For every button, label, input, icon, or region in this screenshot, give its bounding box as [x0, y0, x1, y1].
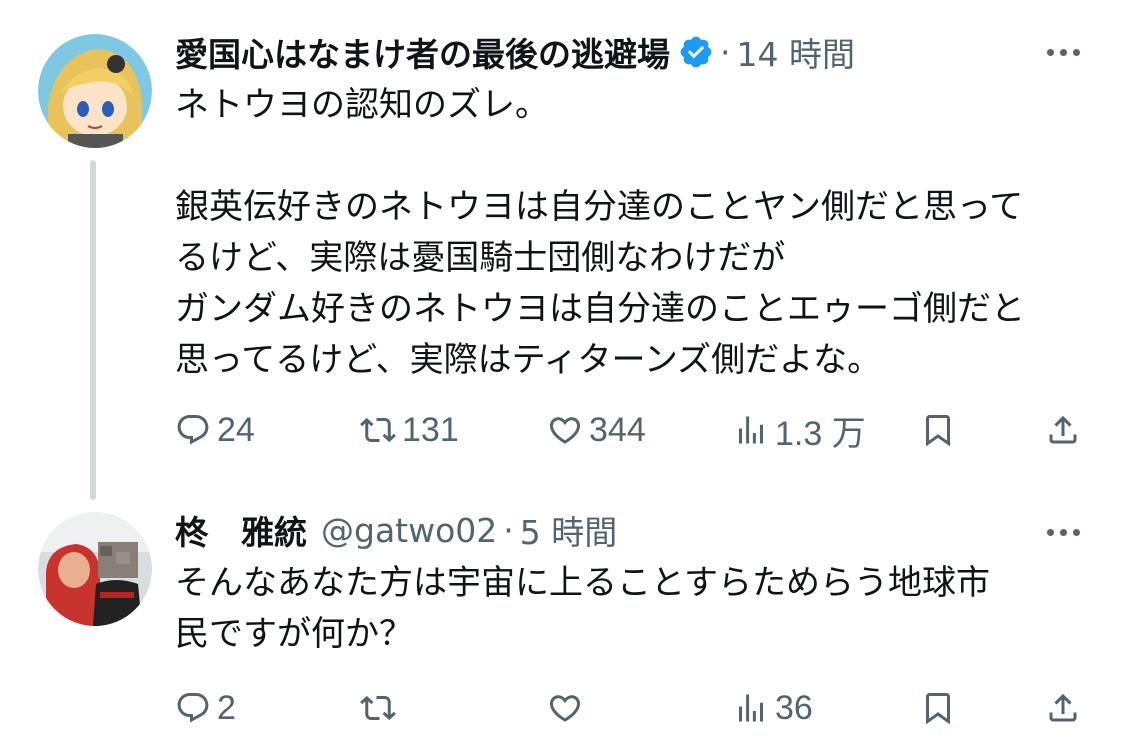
like-button[interactable] — [547, 686, 589, 730]
like-count: 344 — [589, 410, 646, 449]
like-icon — [549, 417, 581, 444]
tweet[interactable]: 愛国心はなまけ者の最後の逃避場 · 14 時間 ネトウヨの認知のズレ。 銀英伝好… — [0, 0, 1125, 500]
reply-count: 24 — [217, 410, 255, 449]
display-name[interactable]: 愛国心はなまけ者の最後の逃避場 — [175, 28, 670, 76]
reply-button[interactable]: 24 — [175, 408, 255, 452]
retweet-button[interactable]: 131 — [360, 408, 459, 452]
thread-line — [90, 160, 96, 500]
views-button[interactable]: 1.3 万 — [733, 408, 866, 453]
like-button[interactable]: 344 — [547, 408, 646, 452]
separator-dot: · — [720, 32, 731, 72]
views-count: 1.3 万 — [775, 414, 866, 453]
share-icon — [1049, 693, 1077, 722]
action-bar: 24 131 344 1.3 万 — [175, 408, 1085, 453]
tweet-text-line: 民ですが何か？ — [175, 614, 413, 654]
views-count: 36 — [775, 688, 813, 727]
handle[interactable]: @gatwo02 — [321, 511, 497, 550]
reply-icon — [177, 693, 209, 723]
share-button[interactable] — [1045, 408, 1081, 452]
tweet-text-line: ネトウヨの認知のズレ。 — [175, 85, 549, 125]
bookmark-button[interactable] — [920, 686, 956, 730]
retweet-icon — [360, 417, 396, 443]
timestamp[interactable]: 5 時間 — [520, 506, 618, 554]
tweet-header: 柊 雅統 @gatwo02 · 5 時間 — [175, 506, 618, 554]
avatar[interactable] — [38, 34, 152, 148]
separator-dot: · — [503, 510, 514, 550]
more-options-icon[interactable] — [1041, 522, 1085, 542]
views-icon — [739, 416, 763, 444]
views-icon — [739, 694, 763, 722]
tweet-text-line: 銀英伝好きのネトウヨは自分達のことヤン側だと思って — [175, 187, 1024, 227]
bookmark-icon — [926, 415, 950, 447]
timestamp[interactable]: 14 時間 — [737, 28, 855, 76]
bookmark-button[interactable] — [920, 408, 956, 452]
tweet-text-line: そんなあなた方は宇宙に上ることすらためらう地球市 — [175, 563, 990, 603]
reply-icon — [177, 415, 209, 445]
views-button[interactable]: 36 — [733, 686, 813, 730]
tweet-header: 愛国心はなまけ者の最後の逃避場 · 14 時間 — [175, 28, 855, 76]
bookmark-icon — [926, 693, 950, 725]
tweet-text-line: 思ってるけど、実際はティターンズ側だよな。 — [175, 340, 882, 380]
reply-button[interactable]: 2 — [175, 686, 236, 730]
tweet-text: そんなあなた方は宇宙に上ることすらためらう地球市 民ですが何か？ — [175, 558, 1090, 660]
tweet-text-line: ガンダム好きのネトウヨは自分達のことエゥーゴ側だと — [175, 289, 1025, 329]
share-icon — [1049, 415, 1077, 444]
verified-badge-icon[interactable] — [678, 34, 714, 70]
share-button[interactable] — [1045, 686, 1081, 730]
tweet-text: ネトウヨの認知のズレ。 銀英伝好きのネトウヨは自分達のことヤン側だと思って るけ… — [175, 80, 1090, 386]
reply-count: 2 — [217, 688, 236, 727]
retweet-count: 131 — [402, 410, 459, 449]
avatar[interactable] — [38, 512, 152, 626]
like-icon — [549, 695, 581, 722]
action-bar: 2 36 — [175, 686, 1085, 730]
more-options-icon[interactable] — [1041, 42, 1085, 62]
display-name[interactable]: 柊 雅統 — [175, 506, 307, 554]
tweet[interactable]: 柊 雅統 @gatwo02 · 5 時間 そんなあなた方は宇宙に上ることすらため… — [0, 500, 1125, 751]
retweet-button[interactable] — [360, 686, 402, 730]
tweet-text-line — [175, 131, 1090, 182]
tweet-text-line: るけど、実際は憂国騎士団側なわけだが — [175, 238, 786, 278]
retweet-icon — [360, 695, 396, 721]
